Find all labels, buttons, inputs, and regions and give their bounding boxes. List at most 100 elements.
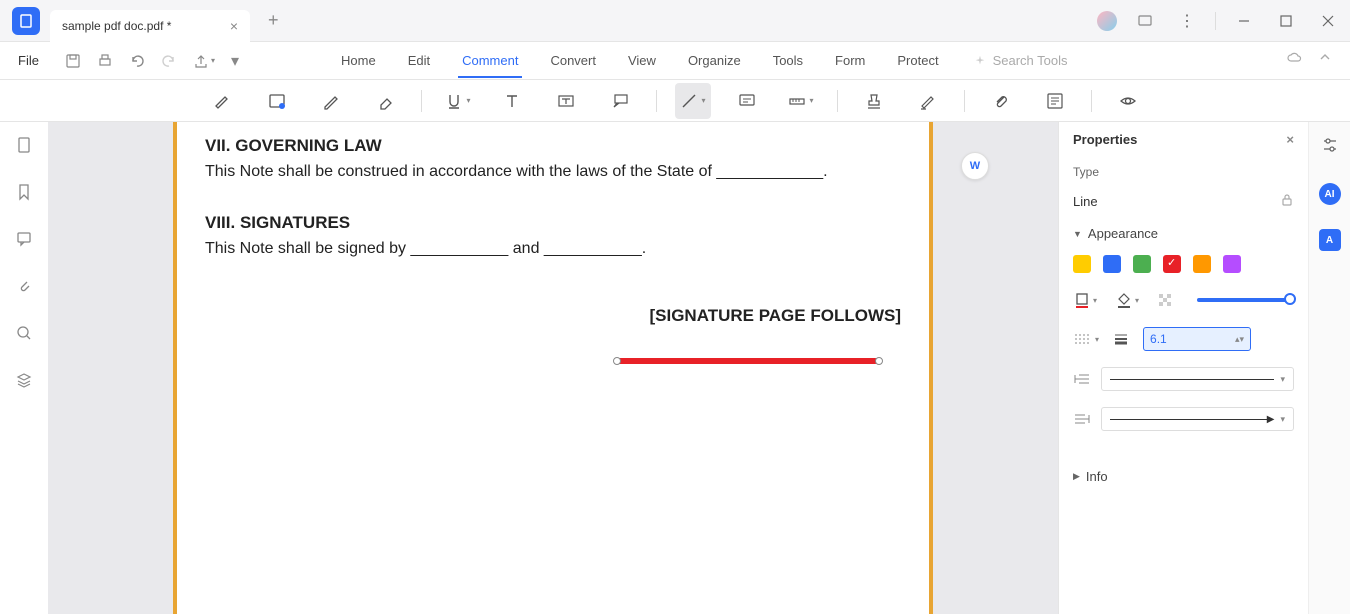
end-style-icon [1073, 412, 1091, 426]
tab-view[interactable]: View [624, 45, 660, 76]
properties-close-icon[interactable]: × [1286, 132, 1294, 147]
ai-badge[interactable]: AI [1319, 183, 1341, 205]
appearance-label: Appearance [1088, 226, 1158, 241]
share-icon[interactable]: ▾ [193, 53, 215, 69]
sparkle-icon [973, 54, 987, 68]
chevron-down-icon: ▼ [1073, 229, 1082, 239]
slider-thumb[interactable] [1284, 293, 1296, 305]
document-tab[interactable]: sample pdf doc.pdf * × [50, 10, 250, 42]
right-sidebar: AI A [1308, 122, 1350, 614]
end-style-select[interactable]: ▶ ▾ [1101, 407, 1294, 431]
color-green[interactable] [1133, 255, 1151, 273]
comments-panel-icon[interactable] [15, 230, 33, 253]
file-menu[interactable]: File [0, 53, 57, 68]
bookmarks-icon[interactable] [15, 183, 33, 206]
stamp-tool[interactable] [856, 83, 892, 119]
document-viewport[interactable]: W VII. GOVERNING LAW This Note shall be … [48, 122, 1058, 614]
stroke-color-picker[interactable]: ▾ [1073, 291, 1097, 309]
info-section-header[interactable]: ▶ Info [1059, 459, 1308, 490]
tab-title: sample pdf doc.pdf * [62, 19, 171, 33]
chevron-right-icon: ▶ [1073, 471, 1080, 482]
opacity-slider[interactable] [1197, 298, 1294, 302]
color-yellow[interactable] [1073, 255, 1091, 273]
collapse-ribbon-icon[interactable] [1318, 50, 1332, 71]
line-style-picker[interactable]: ▾ [1073, 332, 1099, 346]
tab-home[interactable]: Home [337, 45, 380, 76]
cloud-icon[interactable] [1286, 50, 1302, 71]
tab-comment[interactable]: Comment [458, 45, 522, 76]
callout-tool[interactable] [602, 83, 638, 119]
color-swatches [1059, 247, 1308, 281]
thumbnails-icon[interactable] [15, 136, 33, 159]
settings-sliders-icon[interactable] [1321, 136, 1339, 159]
undo-icon[interactable] [129, 53, 145, 69]
comments-list-tool[interactable] [1037, 83, 1073, 119]
fill-color-picker[interactable]: ▾ [1115, 291, 1139, 309]
print-icon[interactable] [97, 53, 113, 69]
line-tool[interactable]: ▾ [675, 83, 711, 119]
qat-customize-icon[interactable]: ▾ [231, 51, 239, 71]
highlight-tool[interactable] [205, 83, 241, 119]
maximize-button[interactable] [1272, 7, 1300, 35]
tab-edit[interactable]: Edit [404, 45, 434, 76]
text-tool[interactable] [494, 83, 530, 119]
layers-icon[interactable] [15, 371, 33, 394]
signature-tool[interactable] [910, 83, 946, 119]
left-sidebar [0, 122, 48, 614]
area-highlight-tool[interactable] [259, 83, 295, 119]
start-style-select[interactable]: ▾ [1101, 367, 1294, 391]
search-panel-icon[interactable] [15, 324, 33, 347]
line-handle-end[interactable] [875, 357, 883, 365]
pdf-page: W VII. GOVERNING LAW This Note shall be … [173, 122, 933, 614]
line-annotation[interactable] [617, 358, 877, 364]
tab-tools[interactable]: Tools [769, 45, 807, 76]
user-avatar[interactable] [1097, 11, 1117, 31]
chat-icon[interactable] [1131, 7, 1159, 35]
tab-protect[interactable]: Protect [893, 45, 942, 76]
thickness-value: 6.1 [1150, 332, 1167, 346]
transparency-icon[interactable] [1157, 292, 1173, 308]
save-icon[interactable] [65, 53, 81, 69]
type-label: Type [1073, 165, 1294, 179]
search-placeholder: Search Tools [993, 53, 1068, 68]
search-tools[interactable]: Search Tools [973, 53, 1068, 68]
textbox-tool[interactable] [548, 83, 584, 119]
new-tab-button[interactable]: + [260, 10, 287, 31]
attachment-tool[interactable] [983, 83, 1019, 119]
note-tool[interactable] [729, 83, 765, 119]
title-bar: sample pdf doc.pdf * × + ⋮ [0, 0, 1350, 42]
eraser-tool[interactable] [367, 83, 403, 119]
properties-title: Properties [1073, 132, 1137, 147]
info-label: Info [1086, 469, 1108, 484]
tab-convert[interactable]: Convert [546, 45, 600, 76]
color-blue[interactable] [1103, 255, 1121, 273]
doc-para-8: This Note shall be signed by ___________… [205, 235, 901, 262]
appearance-section-header[interactable]: ▼ Appearance [1059, 216, 1308, 247]
type-value: Line [1073, 194, 1098, 209]
underline-tool[interactable]: ▾ [440, 83, 476, 119]
color-red[interactable] [1163, 255, 1181, 273]
attachments-panel-icon[interactable] [15, 277, 33, 300]
properties-panel: Properties × Type Line ▼ Appearance ▾ ▾ [1058, 122, 1308, 614]
word-export-badge[interactable]: W [961, 152, 989, 180]
spinner-icon[interactable]: ▴▾ [1235, 334, 1244, 345]
line-handle-start[interactable] [613, 357, 621, 365]
color-orange[interactable] [1193, 255, 1211, 273]
tab-form[interactable]: Form [831, 45, 869, 76]
tab-close-icon[interactable]: × [210, 18, 238, 34]
thickness-input[interactable]: 6.1 ▴▾ [1143, 327, 1251, 351]
measure-tool[interactable]: ▾ [783, 83, 819, 119]
word-convert-icon[interactable]: A [1319, 229, 1341, 251]
doc-heading-8: VIII. SIGNATURES [205, 213, 901, 233]
more-icon[interactable]: ⋮ [1173, 7, 1201, 35]
tab-organize[interactable]: Organize [684, 45, 745, 76]
pdf-app-icon [18, 13, 34, 29]
pencil-tool[interactable] [313, 83, 349, 119]
lock-icon[interactable] [1280, 193, 1294, 210]
hide-comments-tool[interactable] [1110, 83, 1146, 119]
redo-icon[interactable] [161, 53, 177, 69]
color-purple[interactable] [1223, 255, 1241, 273]
minimize-button[interactable] [1230, 7, 1258, 35]
close-button[interactable] [1314, 7, 1342, 35]
menu-bar: File ▾ ▾ Home Edit Comment Convert View … [0, 42, 1350, 80]
